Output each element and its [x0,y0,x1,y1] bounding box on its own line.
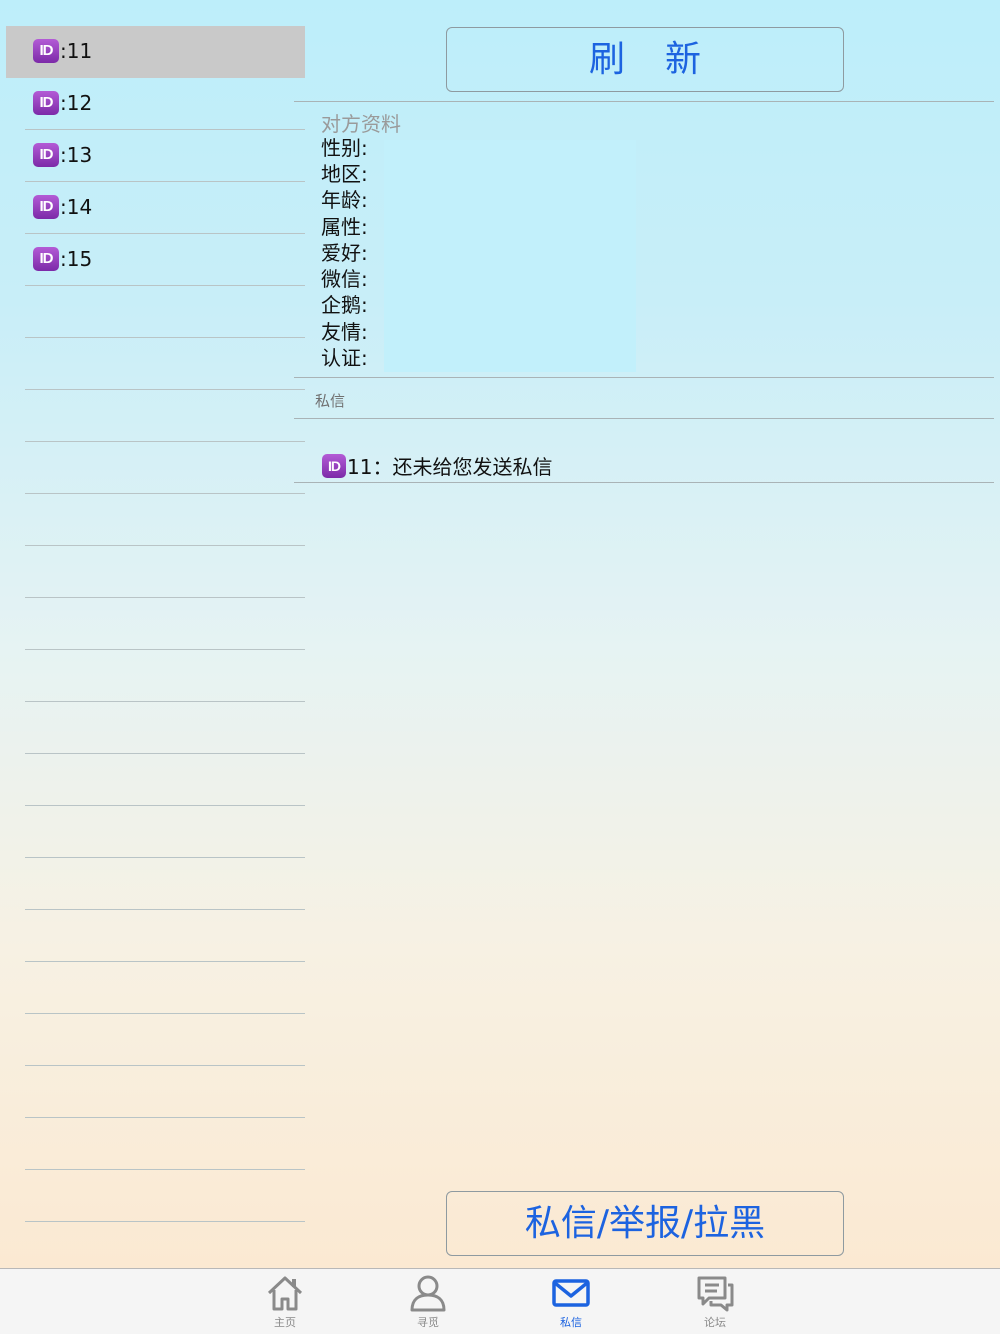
tab-search[interactable]: 寻觅 [383,1273,473,1333]
contact-list: ID :11 ID :12 ID :13 ID :14 ID :15 [0,26,305,1226]
list-item-label: :14 [60,195,93,219]
profile-field-verified: 认证: [321,346,368,370]
list-item-label: :11 [60,39,93,63]
list-item-empty [25,962,305,1014]
list-item-empty [25,1170,305,1222]
profile-field-friendship: 友情: [321,320,368,344]
tab-label: 私信 [560,1316,582,1329]
list-item-11[interactable]: ID :11 [6,26,305,78]
list-item-15[interactable]: ID :15 [25,234,305,286]
list-item-empty [25,442,305,494]
id-badge-icon: ID [322,453,346,478]
tab-forum[interactable]: 论坛 [670,1273,760,1333]
message-text: 11：还未给您发送私信 [347,455,553,479]
list-item-empty [25,1118,305,1170]
tab-bar: 主页 寻觅 私信 论坛 [0,1268,1000,1334]
list-item-empty [25,546,305,598]
profile-field-hobby: 爱好: [321,241,368,265]
mail-icon [552,1279,590,1307]
list-item-label: :15 [60,247,93,271]
id-badge-icon: ID [33,247,59,271]
list-item-empty [25,494,305,546]
tab-label: 论坛 [704,1316,726,1329]
refresh-button[interactable]: 刷新 [446,27,844,92]
profile-field-region: 地区: [321,162,368,186]
tab-label: 寻觅 [417,1316,439,1329]
home-icon [267,1276,303,1311]
list-item-empty [25,1066,305,1118]
divider [294,101,994,102]
list-item-empty [25,286,305,338]
list-item-empty [25,1014,305,1066]
profile-field-attribute: 属性: [321,215,368,239]
id-badge-icon: ID [33,195,59,219]
list-item-empty [25,338,305,390]
list-item-12[interactable]: ID :12 [25,78,305,130]
list-item-empty [25,598,305,650]
id-badge-icon: ID [33,143,59,167]
divider [294,377,994,378]
divider [294,482,994,483]
profile-field-gender: 性别: [321,136,368,160]
list-item-empty [25,702,305,754]
list-item-empty [25,858,305,910]
list-item-empty [25,910,305,962]
list-item-empty [25,650,305,702]
person-icon [410,1275,446,1312]
list-item-label: :12 [60,91,93,115]
profile-field-wechat: 微信: [321,267,368,291]
forum-icon [697,1276,734,1312]
id-badge-icon: ID [33,39,59,63]
profile-heading: 对方资料 [321,112,401,136]
id-badge-icon: ID [33,91,59,115]
profile-field-age: 年龄: [321,188,368,212]
message-report-block-button[interactable]: 私信/举报/拉黑 [446,1191,844,1256]
divider [294,418,994,419]
list-item-13[interactable]: ID :13 [25,130,305,182]
list-item-empty [25,754,305,806]
list-item-empty [25,390,305,442]
tab-messages[interactable]: 私信 [526,1273,616,1333]
list-item-14[interactable]: ID :14 [25,182,305,234]
tab-label: 主页 [274,1316,296,1329]
profile-details-area [384,140,636,372]
messages-heading: 私信 [315,392,346,410]
list-item-label: :13 [60,143,93,167]
profile-field-qq: 企鹅: [321,293,368,317]
app-window: ID :11 ID :12 ID :13 ID :14 ID :15 刷新 对方… [0,0,1000,1268]
tab-home[interactable]: 主页 [240,1273,330,1333]
message-item[interactable]: ID 11：还未给您发送私信 [322,451,552,480]
list-item-empty [25,806,305,858]
